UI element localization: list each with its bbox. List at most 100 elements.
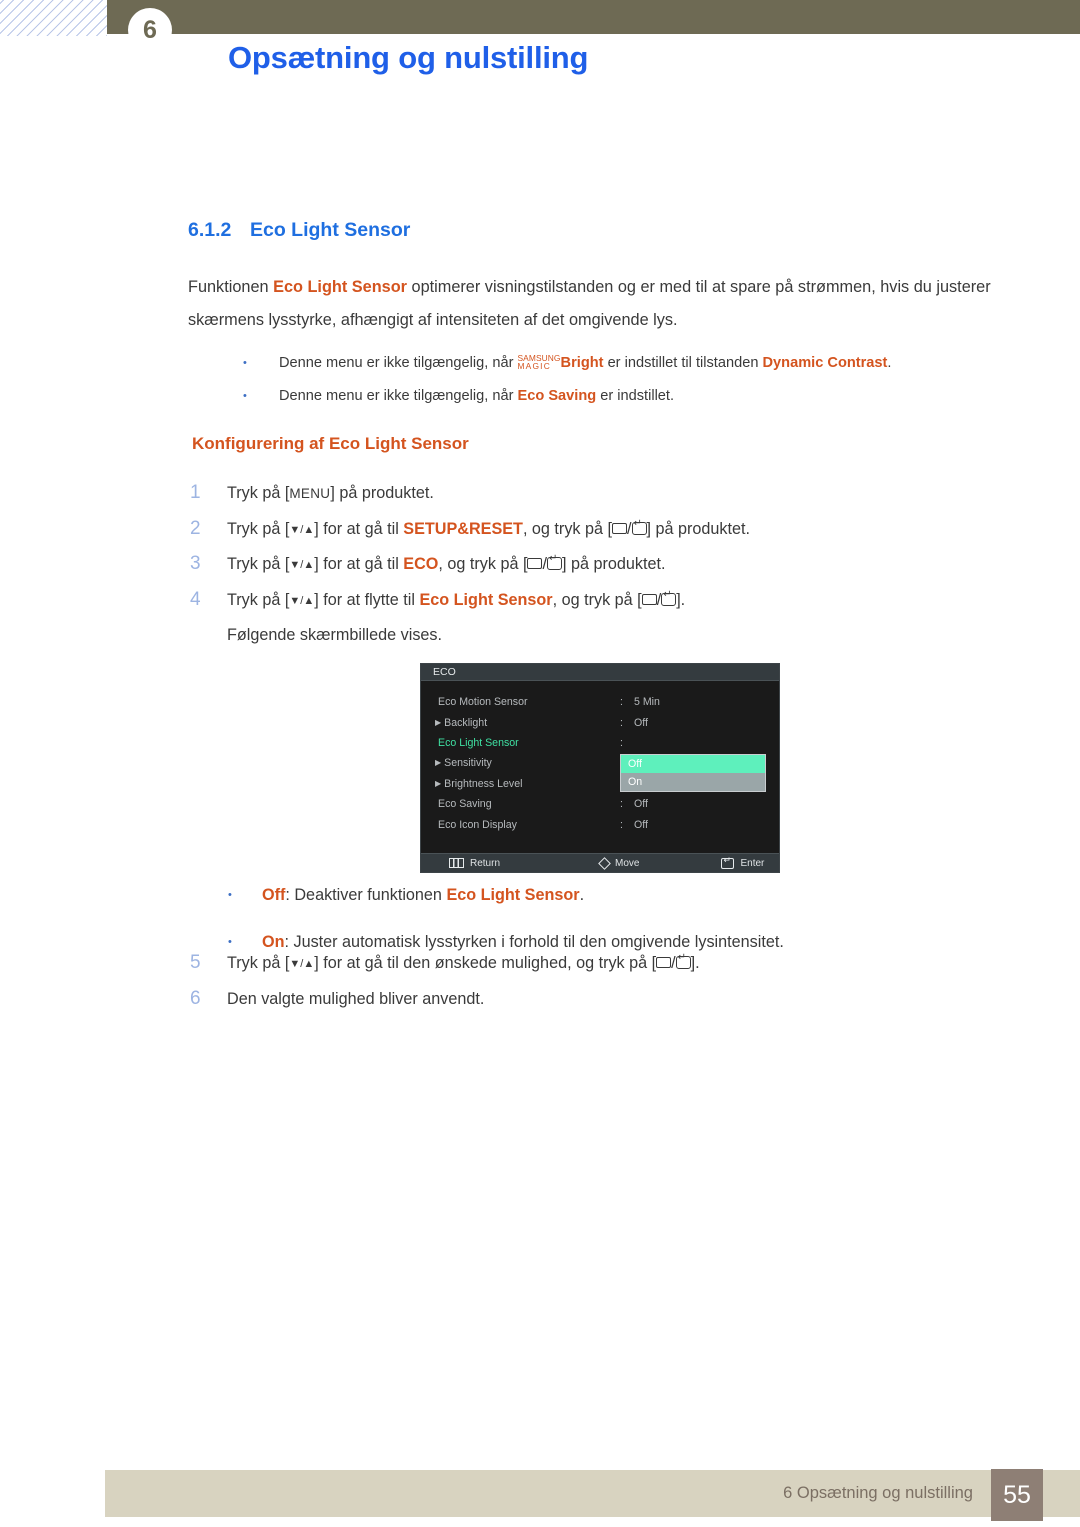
dropdown-option-on[interactable]: On [621,773,765,791]
step-pre: Tryk på [ [227,954,290,972]
option-post: . [579,886,585,904]
step-keyword: ECO [403,555,439,573]
osd-enter-label: Enter [740,857,765,869]
osd-return-hint[interactable]: Return [449,858,500,869]
section-number: 6.1.2 [188,219,232,241]
step-item: 5 Tryk på [▼/▲] for at gå til den ønsked… [190,946,1010,982]
osd-item-label: Eco Motion Sensor [435,696,620,708]
eco-light-sensor-dropdown[interactable]: Off On [620,754,766,792]
step-item: 1 Tryk på [MENU] på produktet. [190,476,1010,512]
osd-label-text: Eco Icon Display [438,818,517,831]
step-item: 3 Tryk på [▼/▲] for at gå til ECO, og tr… [190,547,1010,583]
bullet-icon: • [243,390,247,402]
note-keyword: Eco Saving [517,388,597,404]
step-sep: / [671,954,676,972]
section-title: Eco Light Sensor [250,219,411,241]
osd-row[interactable]: Eco Icon Display : Off [421,814,779,834]
osd-row-eco-light-sensor[interactable]: Eco Light Sensor : [421,733,779,753]
configuration-sub-heading: Konfigurering af Eco Light Sensor [192,434,469,453]
osd-item-label: ▶ Sensitivity [435,757,620,769]
bullet-icon: • [243,357,247,369]
note-pre: Denne menu er ikke tilgængelig, når [279,388,518,404]
samsung-magic-logo: SAMSUNG MAGIC [517,353,561,371]
osd-colon: : [620,736,623,749]
header-band [105,0,1080,34]
note-mid: er indstillet til tilstanden [603,355,763,371]
osd-item-label: Eco Light Sensor [435,737,620,749]
step-number: 6 [190,987,201,1009]
option-item-off: • Off: Deaktiver funktionen Eco Light Se… [228,879,1018,911]
step-text: Den valgte mulighed bliver anvendt. [227,989,485,1008]
note-text: Denne menu er ikke tilgængelig, når SAMS… [279,347,1023,379]
source-button-icon [641,593,657,605]
step-item: 6 Den valgte mulighed bliver anvendt. [190,982,1010,1017]
step-pre: Tryk på [ [227,519,290,538]
source-button-icon [612,522,628,534]
osd-menu-screenshot: ECO Eco Motion Sensor : 5 Min ▶ Backlight… [420,663,780,873]
menu-bars-icon [449,858,464,868]
osd-item-label: Eco Saving [435,798,620,810]
submenu-arrow-icon: ▶ [435,778,442,788]
step-keyword: Eco Light Sensor [419,590,553,609]
enter-button-icon [631,518,647,535]
magic-line-2: MAGIC [517,361,551,371]
step-text: Tryk på [▼/▲] for at gå til SETUP&RESET,… [227,512,1010,548]
step-post: ] på produktet. [330,484,434,502]
step-mid1: ] for at gå til [314,519,404,538]
osd-colon: : [620,818,623,831]
enter-button-icon [675,952,691,969]
source-button-icon [656,957,672,968]
enter-key-icon [721,855,735,869]
osd-label-text: Brightness Level [444,777,523,790]
arrow-keys-glyph: ▼/▲ [289,958,315,970]
option-keyword: Off [262,886,286,904]
note-post: . [887,355,892,371]
note-text: Denne menu er ikke tilgængelig, når Eco … [279,380,1023,412]
osd-move-hint[interactable]: Move [598,856,640,870]
osd-row[interactable]: Eco Motion Sensor : 5 Min [421,692,779,712]
osd-footer-bar: Return Move Enter [421,853,779,872]
step-text: Tryk på [▼/▲] for at gå til den ønskede … [227,946,1010,982]
step-post: ]. [690,954,700,972]
intro-keyword: Eco Light Sensor [273,278,407,296]
osd-colon: : [620,696,623,709]
option-text: Off: Deaktiver funktionen Eco Light Sens… [262,879,584,911]
step-mid1: ] for at gå til [314,555,404,573]
osd-item-value: Off [634,716,648,729]
step-mid2: , og tryk på [ [552,590,642,609]
decorative-hatch-pattern [0,0,107,36]
step-text: Tryk på [▼/▲] for at flytte til Eco Ligh… [227,583,1010,619]
note-item: • Denne menu er ikke tilgængelig, når SA… [243,347,1023,379]
osd-enter-hint[interactable]: Enter [721,855,765,869]
step-item: 4 Tryk på [▼/▲] for at flytte til Eco Li… [190,583,1010,619]
osd-row[interactable]: ▶ Backlight : Off [421,712,779,732]
page-number: 55 [991,1469,1043,1521]
intro-text-part1: Funktionen [188,278,274,296]
osd-label-text: Sensitivity [444,757,492,770]
osd-item-value: Off [634,818,648,831]
step-mid2: , og tryk på [ [522,519,613,538]
osd-item-label: ▶ Brightness Level [435,778,620,790]
dropdown-option-off[interactable]: Off [621,755,765,773]
diamond-move-icon [598,856,611,870]
arrow-keys-glyph: ▼/▲ [289,523,315,536]
arrow-keys-glyph: ▼/▲ [289,559,315,571]
note-post: er indstillet. [596,388,675,404]
option-keyword-2: Eco Light Sensor [446,886,580,904]
step-sep: / [627,519,632,538]
osd-return-label: Return [470,857,501,869]
magic-word: Bright [560,355,604,371]
note-keyword: Dynamic Contrast [762,355,888,371]
step-text: Tryk på [▼/▲] for at gå til ECO, og tryk… [227,547,1010,583]
osd-colon: : [620,716,623,729]
arrow-keys-glyph: ▼/▲ [289,594,315,607]
step-mid1: ] for at gå til den ønskede mulighed, og… [314,954,657,972]
osd-label-text: Eco Light Sensor [438,736,519,749]
enter-button-icon [546,553,562,570]
note-pre: Denne menu er ikke tilgængelig, når [279,355,518,371]
osd-row[interactable]: Eco Saving : Off [421,794,779,814]
osd-item-value: Off [634,798,648,811]
osd-move-label: Move [615,857,640,869]
footer-chapter-label: 6 Opsætning og nulstilling [783,1484,973,1502]
step-number: 2 [190,517,201,539]
